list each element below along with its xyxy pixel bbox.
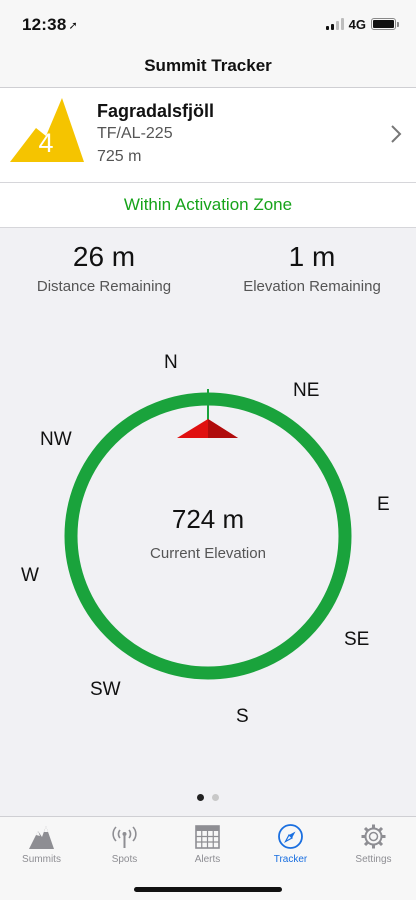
compass-label-se: SE bbox=[344, 629, 370, 650]
home-indicator[interactable] bbox=[134, 887, 282, 892]
tab-bar: Summits Spots Alerts Tracker Settings bbox=[0, 816, 416, 900]
current-elevation-value: 724 m bbox=[171, 504, 245, 534]
summit-info-row[interactable]: 4 Fagradalsfjöll TF/AL-225 725 m bbox=[0, 88, 416, 183]
compass-label-nw: NW bbox=[40, 429, 72, 450]
activation-zone-row: Within Activation Zone bbox=[0, 183, 416, 228]
elevation-remaining-value: 1 m bbox=[288, 241, 336, 272]
clock-text: 12:38 bbox=[22, 15, 67, 34]
elevation-remaining-stat: 1 m Elevation Remaining bbox=[208, 240, 416, 295]
tab-alerts-label: Alerts bbox=[194, 854, 221, 865]
tab-tracker[interactable]: Tracker bbox=[249, 817, 332, 873]
compass-label-ne: NE bbox=[293, 380, 320, 401]
compass-label-s: S bbox=[236, 706, 249, 727]
tab-settings-label: Settings bbox=[355, 854, 392, 865]
summit-name: Fagradalsfjöll bbox=[97, 101, 215, 121]
signal-strength-icon bbox=[325, 18, 344, 30]
tab-alerts[interactable]: Alerts bbox=[166, 817, 249, 873]
distance-remaining-stat: 26 m Distance Remaining bbox=[0, 240, 208, 295]
mountain-icon bbox=[29, 826, 54, 849]
distance-remaining-label: Distance Remaining bbox=[36, 278, 172, 295]
status-indicators: 4G bbox=[325, 16, 399, 32]
summit-details: Fagradalsfjöll TF/AL-225 725 m bbox=[97, 100, 214, 168]
tab-tracker-label: Tracker bbox=[273, 854, 308, 865]
tab-summits[interactable]: Summits bbox=[0, 817, 83, 873]
compass-label-w: W bbox=[21, 565, 39, 586]
compass-dial bbox=[64, 389, 352, 680]
antenna-icon bbox=[112, 826, 137, 848]
network-type: 4G bbox=[348, 16, 366, 32]
activation-ring bbox=[64, 392, 352, 680]
status-time: 12:38 ➚ bbox=[22, 15, 78, 35]
page-dot-2[interactable] bbox=[212, 794, 219, 801]
compass-icon bbox=[278, 824, 303, 849]
battery-icon bbox=[371, 18, 399, 30]
compass-label-sw: SW bbox=[90, 679, 121, 700]
gear-icon bbox=[361, 824, 386, 849]
distance-remaining-value: 26 m bbox=[72, 241, 136, 272]
summit-points: 4 bbox=[38, 128, 54, 158]
page-title: Summit Tracker bbox=[144, 55, 272, 75]
tab-spots[interactable]: Spots bbox=[83, 817, 166, 873]
elevation-remaining-label: Elevation Remaining bbox=[243, 278, 381, 295]
page-dot-1[interactable] bbox=[197, 794, 204, 801]
calendar-grid-icon bbox=[195, 825, 220, 849]
status-bar: 12:38 ➚ 4G bbox=[0, 0, 416, 44]
tab-spots-label: Spots bbox=[111, 854, 138, 865]
summit-reference: TF/AL-225 bbox=[97, 125, 173, 142]
compass-label-n: N bbox=[164, 352, 178, 373]
activation-zone-status: Within Activation Zone bbox=[123, 195, 293, 214]
navigation-bar: Summit Tracker bbox=[0, 44, 416, 88]
page-indicator[interactable] bbox=[0, 794, 416, 801]
chevron-right-icon bbox=[391, 125, 402, 143]
location-arrow-icon: ➚ bbox=[68, 20, 78, 32]
summit-height: 725 m bbox=[97, 148, 142, 165]
tab-summits-label: Summits bbox=[22, 854, 61, 865]
tab-settings[interactable]: Settings bbox=[332, 817, 415, 873]
current-elevation-label: Current Elevation bbox=[150, 545, 266, 562]
